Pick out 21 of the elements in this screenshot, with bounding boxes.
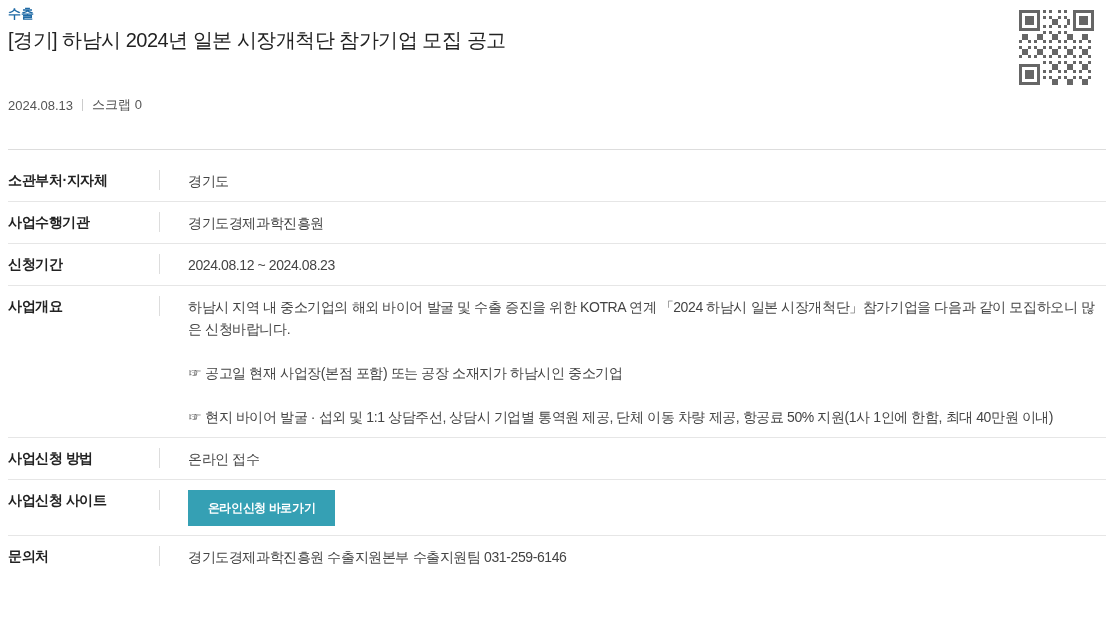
row-label: 사업신청 사이트 <box>8 491 108 510</box>
row-label: 사업개요 <box>8 297 64 316</box>
page-title: [경기] 하남시 2024년 일본 시장개척단 참가기업 모집 공고 <box>8 28 506 53</box>
row-value: 온라인 접수 <box>188 450 261 469</box>
scrap-count: 스크랩 0 <box>92 96 142 114</box>
row-label: 신청기간 <box>8 255 64 274</box>
row-value: 경기도 <box>188 172 230 191</box>
paragraph: ☞ 공고일 현재 사업장(본점 포함) 또는 공장 소재지가 하남시인 중소기업 <box>188 364 624 383</box>
qr-code-icon <box>1019 10 1094 85</box>
row-value: 경기도경제과학진흥원 <box>188 214 325 233</box>
post-date: 2024.08.13 <box>8 97 74 113</box>
category-label: 수출 <box>8 5 34 23</box>
paragraph: ☞ 현지 바이어 발굴 · 섭외 및 1:1 상담주선, 상담시 기업별 통역원 제공, 단체 이동 차량 제공, 항공료 50% 지원(1사 1인에 한함, 최대 40만원 이내) <box>188 408 1055 427</box>
row-value: 경기도경제과학진흥원 수출지원본부 수출지원팀 031-259-6146 <box>188 548 568 567</box>
row-value: 2024.08.12 ~ 2024.08.23 <box>188 256 336 275</box>
row-label: 사업신청 방법 <box>8 449 95 468</box>
row-label: 문의처 <box>8 547 50 566</box>
row-label: 소관부처·지자체 <box>8 171 109 190</box>
paragraph: 하남시 지역 내 중소기업의 해외 바이어 발굴 및 수출 증진을 위한 KOTRA 연계 「2024 하남시 일본 시장개척단」참가기업을 다음과 같이 모집하오니 많은 신청바랍니다. <box>188 298 1096 339</box>
apply-online-button[interactable]: 온라인신청 바로가기 <box>188 490 335 526</box>
row-label: 사업수행기관 <box>8 213 91 232</box>
